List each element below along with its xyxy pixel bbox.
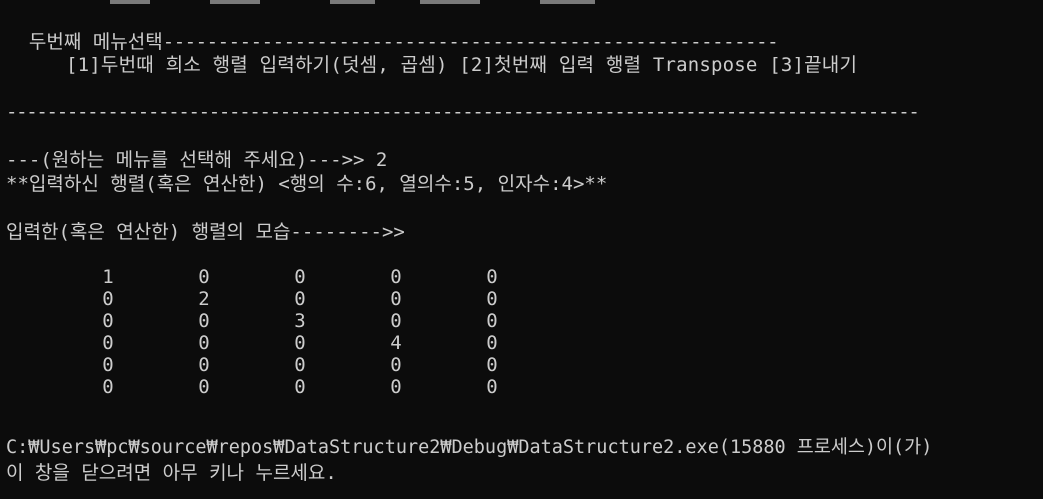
menu-options-line: [1]두번때 희소 행렬 입력하기(덧셈, 곱셈) [2]첫번째 입력 행렬 T…: [66, 54, 858, 76]
menu-header-title: 두번째 메뉴선택: [28, 31, 163, 53]
matrix-cell: 0: [294, 266, 306, 288]
matrix-cell: 0: [198, 376, 210, 398]
matrix-cell: 0: [486, 376, 498, 398]
matrix-cell: 0: [102, 354, 114, 376]
matrix-cell: 0: [390, 266, 402, 288]
menu-header-dashes: ----------------------------------------…: [162, 31, 779, 53]
menu-prompt-line: ---(원하는 메뉴를 선택해 주세요)--->> 2: [6, 149, 388, 171]
matrix-cell: 0: [486, 332, 498, 354]
matrix-cell: 0: [198, 332, 210, 354]
matrix-cell: 0: [486, 354, 498, 376]
matrix-cell: 0: [198, 266, 210, 288]
matrix-cell: 0: [294, 354, 306, 376]
matrix-cell: 0: [294, 288, 306, 310]
matrix-cell: 0: [486, 266, 498, 288]
matrix-cell: 2: [198, 288, 210, 310]
previous-output-remnant: [0, 0, 1043, 4]
matrix-cell: 0: [486, 288, 498, 310]
matrix-cell: 4: [390, 332, 402, 354]
matrix-cell: 0: [198, 354, 210, 376]
matrix-cell: 0: [390, 288, 402, 310]
matrix-cell: 0: [390, 310, 402, 332]
menu-header-line: 두번째 메뉴선택--------------------------------…: [6, 6, 779, 53]
matrix-info-line: **입력하신 행렬(혹은 연산한) <행의 수:6, 열의수:5, 인자수:4>…: [6, 173, 608, 195]
matrix-cell: 0: [102, 310, 114, 332]
matrix-cell: 3: [294, 310, 306, 332]
matrix-cell: 0: [102, 332, 114, 354]
matrix-cell: 1: [102, 266, 114, 288]
matrix-cell: 0: [390, 354, 402, 376]
matrix-shape-heading: 입력한(혹은 연산한) 행렬의 모습-------->>: [6, 221, 405, 243]
exit-message-line-2: 이 창을 닫으려면 아무 키나 누르세요.: [6, 462, 337, 484]
matrix-cell: 0: [390, 376, 402, 398]
matrix-cell: 0: [294, 332, 306, 354]
matrix-cell: 0: [294, 376, 306, 398]
matrix-cell: 0: [486, 310, 498, 332]
menu-divider: ----------------------------------------…: [6, 101, 920, 123]
matrix-cell: 0: [102, 288, 114, 310]
matrix-cell: 0: [198, 310, 210, 332]
exit-message-line-1: C:₩Users₩pc₩source₩repos₩DataStructure2₩…: [6, 437, 933, 458]
matrix-cell: 0: [102, 376, 114, 398]
